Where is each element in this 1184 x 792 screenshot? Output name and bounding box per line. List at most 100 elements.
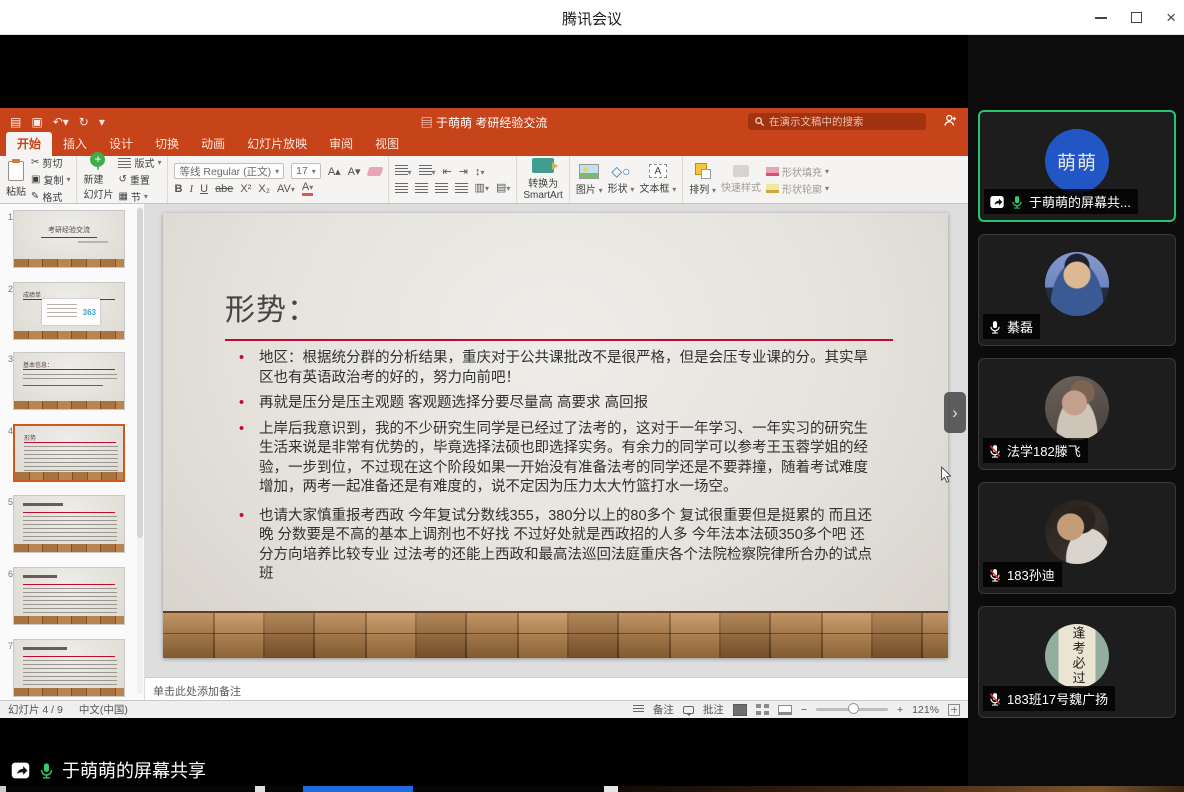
- avatar: [1045, 376, 1109, 440]
- slide-body-text[interactable]: 地区：根据统分群的分析结果，重庆对于公共课批改不是很严格，但是会压专业课的分。其…: [255, 349, 873, 591]
- participant-tile-yumengmeng[interactable]: 萌萌 于萌萌的屏幕共...: [978, 110, 1176, 222]
- new-slide-button[interactable]: + 新建幻灯片: [83, 158, 113, 201]
- minimize-icon[interactable]: [1095, 17, 1107, 19]
- subscript-button[interactable]: X₂: [258, 183, 270, 195]
- arrange-button[interactable]: 排列 ▾: [689, 163, 716, 196]
- participant-tile-tengfei[interactable]: 法学182滕飞: [978, 358, 1176, 470]
- shape-fill-button[interactable]: 形状填充 ▾: [766, 164, 829, 179]
- participant-label: 法学182滕飞: [983, 438, 1088, 463]
- align-right-button[interactable]: [435, 183, 448, 193]
- zoom-out-button[interactable]: −: [801, 704, 807, 716]
- fit-to-window-icon[interactable]: [948, 704, 960, 716]
- tab-insert[interactable]: 插入: [52, 132, 98, 156]
- tab-design[interactable]: 设计: [98, 132, 144, 156]
- close-icon[interactable]: ×: [1166, 9, 1176, 26]
- notes-pane[interactable]: 单击此处添加备注: [145, 677, 968, 700]
- slide-thumbnail-6[interactable]: [13, 567, 125, 625]
- slide-thumbnail-4-selected[interactable]: 形势: [13, 424, 125, 482]
- font-color-button[interactable]: A▾: [302, 182, 313, 196]
- font-name-select[interactable]: 等线 Regular (正文) ▾: [174, 163, 284, 179]
- mic-muted-icon: [988, 444, 1002, 458]
- thumb-number: 4: [3, 426, 13, 436]
- font-group: 等线 Regular (正文) ▾ 17 ▾ A▴ A▾ B I U abe X…: [168, 156, 388, 203]
- insert-group: 图片 ▾ ◇○ 形状 ▾ A 文本框 ▾: [570, 156, 683, 203]
- layout-button[interactable]: 版式 ▾: [118, 155, 161, 170]
- tab-animations[interactable]: 动画: [190, 132, 236, 156]
- thumb-number: 7: [3, 641, 13, 651]
- tab-transitions[interactable]: 切换: [144, 132, 190, 156]
- convert-smartart-button[interactable]: 转换为SmartArt: [523, 158, 562, 201]
- indent-increase-button[interactable]: ⇥: [459, 165, 468, 178]
- comments-toggle-label[interactable]: 批注: [703, 702, 724, 717]
- copy-button[interactable]: ▣ 复制 ▾: [31, 172, 70, 187]
- slide-thumbnail-1[interactable]: 考研经验交流: [13, 210, 125, 268]
- participant-tile-qilei[interactable]: 綦磊: [978, 234, 1176, 346]
- slideshow-view-icon[interactable]: [778, 705, 792, 715]
- bullets-button[interactable]: ▾: [395, 165, 412, 178]
- superscript-button[interactable]: X²: [240, 183, 251, 195]
- slide-thumbnail-2[interactable]: 成绩单 363: [13, 282, 125, 340]
- strikethrough-button[interactable]: abe: [215, 183, 233, 195]
- comments-toggle-icon[interactable]: [683, 706, 694, 714]
- line-spacing-button[interactable]: ↕▾: [475, 166, 485, 178]
- bullet-item: 地区：根据统分群的分析结果，重庆对于公共课批改不是很严格，但是会压专业课的分。其…: [255, 349, 873, 388]
- tab-review[interactable]: 审阅: [318, 132, 364, 156]
- language-indicator[interactable]: 中文(中国): [79, 702, 128, 717]
- notes-toggle-icon[interactable]: [633, 705, 644, 714]
- underline-button[interactable]: U: [200, 183, 208, 195]
- slide-thumbnail-5[interactable]: [13, 495, 125, 553]
- char-spacing-button[interactable]: AV▾: [277, 183, 295, 195]
- font-size-select[interactable]: 17 ▾: [291, 163, 321, 179]
- textbox-button[interactable]: A 文本框 ▾: [639, 164, 676, 195]
- participant-tile-sundi[interactable]: 183孙迪: [978, 482, 1176, 594]
- arrange-icon: [695, 163, 711, 179]
- normal-view-icon[interactable]: [733, 704, 747, 716]
- picture-button[interactable]: 图片 ▾: [576, 164, 603, 196]
- format-painter-button[interactable]: ✎ 格式: [31, 189, 70, 204]
- maximize-icon[interactable]: [1131, 12, 1142, 23]
- window-title: 腾讯会议: [0, 8, 1184, 29]
- zoom-slider-knob[interactable]: [848, 703, 859, 714]
- collab-add-person-icon[interactable]: [943, 113, 958, 133]
- zoom-slider[interactable]: [816, 708, 888, 711]
- reset-button[interactable]: ↺ 重置: [118, 172, 161, 187]
- slide-thumbnail-7[interactable]: [13, 639, 125, 697]
- slide-title-rule: [225, 339, 893, 341]
- sidebar-collapse-arrow[interactable]: ›: [944, 392, 966, 433]
- tab-home[interactable]: 开始: [6, 132, 52, 156]
- section-button[interactable]: ▦ 节 ▾: [118, 189, 161, 204]
- mic-muted-icon: [988, 568, 1002, 582]
- tab-slideshow[interactable]: 幻灯片放映: [236, 132, 318, 156]
- slide-sorter-view-icon[interactable]: [756, 704, 769, 716]
- shrink-font-button[interactable]: A▾: [348, 165, 361, 178]
- indent-decrease-button[interactable]: ⇤: [443, 165, 452, 178]
- quick-styles-button[interactable]: 快速样式: [721, 165, 761, 194]
- screen-share-icon: [10, 760, 31, 781]
- justify-button[interactable]: [455, 183, 468, 193]
- slide-thumbnail-3[interactable]: 基本信息：: [13, 352, 125, 410]
- paste-button[interactable]: 粘贴: [6, 161, 26, 198]
- shapes-button[interactable]: ◇○ 形状 ▾: [608, 164, 635, 195]
- align-left-button[interactable]: [395, 183, 408, 193]
- notes-toggle-label[interactable]: 备注: [653, 702, 674, 717]
- zoom-in-button[interactable]: +: [897, 704, 903, 716]
- text-direction-button[interactable]: ▤▾: [496, 181, 510, 194]
- slide-canvas[interactable]: 形势： 地区：根据统分群的分析结果，重庆对于公共课批改不是很严格，但是会压专业课…: [163, 213, 948, 658]
- align-center-button[interactable]: [415, 183, 428, 193]
- thumbnail-scrollbar[interactable]: [137, 206, 143, 694]
- cut-button[interactable]: ✂ 剪切: [31, 155, 70, 170]
- search-input[interactable]: 在演示文稿中的搜索: [748, 113, 926, 130]
- screen-share-icon: [989, 194, 1005, 210]
- italic-button[interactable]: I: [189, 183, 193, 195]
- tab-view[interactable]: 视图: [364, 132, 410, 156]
- slide-title[interactable]: 形势：: [225, 285, 318, 329]
- grow-font-button[interactable]: A▴: [328, 165, 341, 178]
- clear-format-icon[interactable]: [366, 167, 383, 176]
- participant-tile-weiguangyang[interactable]: 逢考必过 183班17号魏广扬: [978, 606, 1176, 718]
- desktop-taskbar-sliver: [0, 786, 1184, 792]
- shape-outline-button[interactable]: 形状轮廓 ▾: [766, 181, 829, 196]
- numbering-button[interactable]: ▾: [419, 165, 436, 178]
- columns-button[interactable]: ▥▾: [475, 181, 489, 194]
- bold-button[interactable]: B: [174, 183, 182, 195]
- screen-share-banner: 于萌萌的屏幕共享: [10, 757, 206, 783]
